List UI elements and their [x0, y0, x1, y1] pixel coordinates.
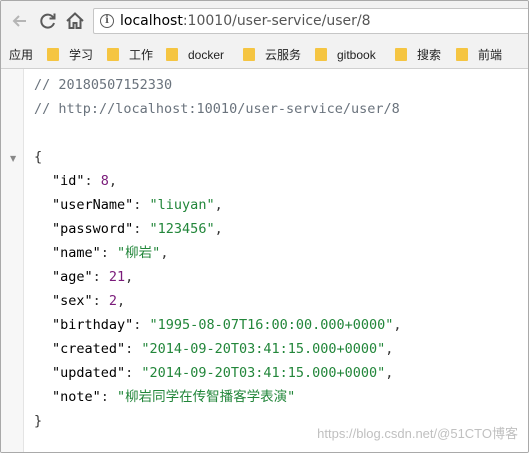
bookmark-label: 学习: [69, 48, 94, 62]
json-field: "updated": "2014-09-20T03:41:15.000+0000…: [52, 365, 394, 381]
folder-icon: [395, 48, 407, 61]
field-value: 21: [108, 269, 126, 285]
bookmark-apps[interactable]: 应用: [9, 47, 33, 63]
field-key: "updated": [52, 365, 126, 381]
json-field: "birthday": "1995-08-07T16:00:00.000+000…: [52, 317, 402, 333]
home-icon: [66, 12, 84, 29]
json-field: "id": 8,: [52, 173, 118, 189]
folder-icon: [315, 48, 327, 61]
browser-toolbar: i localhost:10010/user-service/user/8: [1, 1, 528, 41]
folder-icon: [107, 48, 119, 61]
url-path: :10010/user-service/user/8: [182, 13, 371, 29]
folder-icon: [47, 48, 59, 61]
json-field: "name": "柳岩",: [52, 245, 169, 261]
field-value: "123456": [149, 221, 215, 237]
json-field: "age": 21,: [52, 269, 134, 285]
url-text[interactable]: localhost:10010/user-service/user/8: [120, 13, 371, 30]
field-value: "2014-09-20T03:41:15.000+0000": [141, 341, 386, 357]
field-key: "note": [52, 389, 101, 405]
bookmark-label: 工作: [129, 48, 154, 62]
bookmarks-bar: 应用 学习 工作 docker 云服务 gitbook 搜索 前端: [1, 41, 528, 69]
watermark: https://blog.csdn.net/@51CTO博客: [317, 426, 518, 441]
bookmark-label: docker: [188, 48, 225, 62]
field-key: "age": [52, 269, 93, 285]
bookmark-label: 前端: [478, 48, 503, 62]
field-key: "sex": [52, 293, 93, 309]
info-icon[interactable]: i: [100, 14, 114, 28]
comment-url: // http://localhost:10010/user-service/u…: [34, 101, 400, 117]
json-field: "sex": 2,: [52, 293, 126, 309]
collapse-toggle-icon[interactable]: ▼: [10, 155, 16, 163]
field-value: "1995-08-07T16:00:00.000+0000": [149, 317, 394, 333]
browser-window: i localhost:10010/user-service/user/8 应用…: [0, 0, 529, 453]
field-key: "created": [52, 341, 126, 357]
json-field: "userName": "liuyan",: [52, 197, 223, 213]
bookmark-label: 搜索: [417, 48, 442, 62]
line-gutter: [1, 69, 23, 452]
reload-icon: [40, 13, 56, 29]
comment-timestamp: // 20180507152330: [34, 77, 173, 93]
field-key: "birthday": [52, 317, 134, 333]
reload-button[interactable]: [37, 10, 59, 32]
back-button[interactable]: [9, 10, 31, 32]
address-bar[interactable]: i localhost:10010/user-service/user/8: [93, 8, 528, 34]
gutter-divider: [23, 69, 24, 452]
folder-icon: [166, 48, 178, 61]
json-field: "password": "123456",: [52, 221, 223, 237]
json-viewer: ▼ // 20180507152330 // http://localhost:…: [1, 69, 528, 452]
folder-icon: [456, 48, 468, 61]
close-brace: }: [34, 413, 43, 429]
field-value: "柳岩": [117, 245, 161, 261]
field-value: "柳岩同学在传智播客学表演": [117, 389, 296, 405]
field-key: "password": [52, 221, 134, 237]
folder-icon: [243, 48, 255, 61]
json-field: "note": "柳岩同学在传智播客学表演": [52, 389, 296, 405]
home-button[interactable]: [64, 10, 86, 32]
field-key: "id": [52, 173, 85, 189]
json-field: "created": "2014-09-20T03:41:15.000+0000…: [52, 341, 394, 357]
field-value: 8: [100, 173, 109, 189]
json-code: // 20180507152330 // http://localhost:10…: [34, 69, 524, 429]
field-key: "name": [52, 245, 101, 261]
open-brace: {: [34, 149, 43, 165]
field-value: "liuyan": [149, 197, 215, 213]
arrow-left-icon: [12, 15, 26, 27]
field-value: "2014-09-20T03:41:15.000+0000": [141, 365, 386, 381]
field-value: 2: [108, 293, 118, 309]
bookmark-label: 云服务: [265, 48, 302, 62]
field-key: "userName": [52, 197, 134, 213]
bookmark-label: gitbook: [337, 48, 376, 62]
url-host: localhost: [120, 13, 183, 29]
